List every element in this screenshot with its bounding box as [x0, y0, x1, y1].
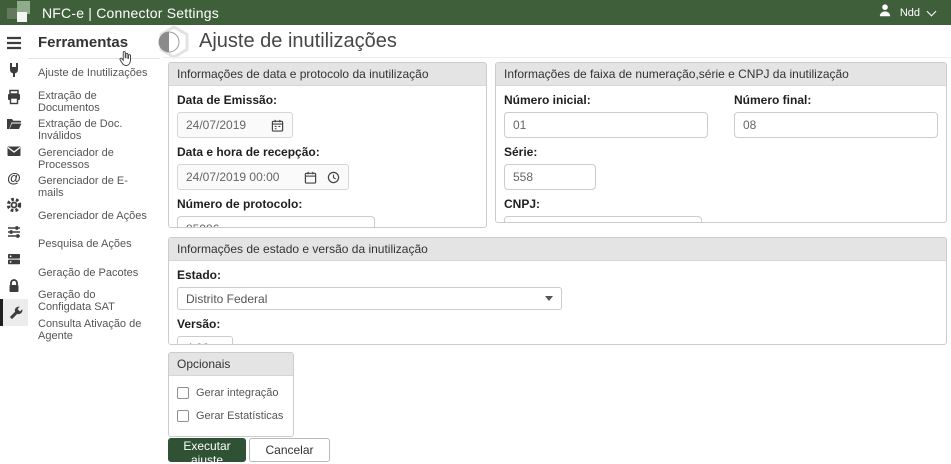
emissao-date-value[interactable]: [186, 118, 261, 132]
sidebar-item-geracao-de-pacotes[interactable]: Geração de Pacotes: [28, 259, 160, 288]
sidebar: Ferramentas Ajuste de Inutilizações Extr…: [28, 25, 160, 464]
sidebar-item-pesquisa-de-acoes[interactable]: Pesquisa de Ações: [28, 230, 160, 259]
recepcao-datetime-value[interactable]: [186, 170, 294, 184]
panel-opcionais-header: Opcionais: [169, 353, 293, 376]
user-menu[interactable]: Ndd: [878, 3, 935, 22]
cnpj-input[interactable]: [504, 216, 702, 223]
wrench-icon[interactable]: [0, 299, 28, 326]
cnpj-label: CNPJ:: [504, 197, 938, 211]
panel-opcionais: Opcionais Gerar integração Gerar Estatís…: [168, 352, 294, 437]
clock-icon[interactable]: [327, 171, 340, 184]
icon-rail: @: [0, 25, 28, 464]
app-window: NFC-e | Connector Settings Ndd @: [0, 0, 951, 464]
user-icon: [878, 3, 892, 22]
recepcao-datetime-input[interactable]: [177, 164, 349, 190]
at-sign-icon[interactable]: @: [0, 164, 28, 191]
panel-date-protocol-header: Informações de data e protocolo da inuti…: [169, 63, 486, 86]
versao-selected-value: 4.00: [186, 341, 209, 346]
sidebar-item-geracao-do-configdata-sat[interactable]: Geração do Configdata SAT: [28, 287, 160, 316]
protocolo-label: Número de protocolo:: [177, 197, 478, 211]
gerar-estatisticas-checkbox-row[interactable]: Gerar Estatísticas: [177, 410, 285, 422]
calendar-icon[interactable]: [304, 171, 317, 184]
gerar-integracao-checkbox-row[interactable]: Gerar integração: [177, 387, 285, 399]
serie-label: Série:: [504, 145, 938, 159]
emissao-date-input[interactable]: [177, 112, 293, 138]
sidebar-item-consulta-ativacao-de-agente[interactable]: Consulta Ativação de Agente: [28, 316, 160, 345]
sidebar-header: Ferramentas: [28, 25, 160, 59]
versao-label: Versão:: [177, 317, 938, 331]
user-name: Ndd: [900, 7, 920, 19]
sidebar-item-ajuste-de-inutilizacoes[interactable]: Ajuste de Inutilizações: [28, 59, 160, 88]
sidebar-item-gerenciador-de-acoes[interactable]: Gerenciador de Ações: [28, 202, 160, 231]
sliders-icon[interactable]: [0, 218, 28, 245]
recepcao-label: Data e hora de recepção:: [177, 145, 478, 159]
numero-final-label: Número final:: [734, 93, 938, 107]
gear-icon[interactable]: [0, 191, 28, 218]
gerar-integracao-checkbox[interactable]: [177, 387, 189, 399]
app-title: NFC-e | Connector Settings: [42, 5, 219, 21]
ndd-logo-icon: [6, 0, 36, 25]
plug-icon[interactable]: [0, 56, 28, 83]
estado-selected-value: Distrito Federal: [186, 292, 267, 306]
protocolo-input[interactable]: [177, 216, 375, 228]
server-icon[interactable]: [0, 245, 28, 272]
topbar: NFC-e | Connector Settings Ndd: [0, 0, 951, 25]
numero-inicial-label: Número inicial:: [504, 93, 708, 107]
title-divider: [163, 57, 951, 58]
printer-icon[interactable]: [0, 83, 28, 110]
folder-icon[interactable]: [0, 110, 28, 137]
sidebar-item-extracao-de-doc-invalidos[interactable]: Extração de Doc. Inválidos: [28, 116, 160, 145]
panel-faixa-numeracao: Informações de faixa de numeração,série …: [495, 62, 947, 223]
svg-text:@: @: [7, 170, 21, 186]
sidebar-item-gerenciador-de-emails[interactable]: Gerenciador de E-mails: [28, 173, 160, 202]
panel-date-protocol: Informações de data e protocolo da inuti…: [168, 62, 487, 228]
versao-select[interactable]: 4.00: [177, 336, 233, 345]
gerar-estatisticas-checkbox[interactable]: [177, 410, 189, 422]
estado-label: Estado:: [177, 268, 938, 282]
gerar-integracao-label: Gerar integração: [196, 387, 279, 399]
calendar-icon[interactable]: [271, 119, 284, 132]
dropdown-arrow-icon: [545, 296, 553, 301]
numero-inicial-input[interactable]: [504, 112, 708, 138]
numero-final-input[interactable]: [734, 112, 938, 138]
gerar-estatisticas-label: Gerar Estatísticas: [196, 410, 283, 422]
page-title: Ajuste de inutilizações: [199, 30, 397, 53]
serie-input[interactable]: [504, 164, 596, 190]
estado-select[interactable]: Distrito Federal: [177, 287, 562, 310]
executar-ajuste-button[interactable]: Executar ajuste: [168, 438, 246, 462]
emissao-label: Data de Emissão:: [177, 93, 478, 107]
sidebar-item-gerenciador-de-processos[interactable]: Gerenciador de Processos: [28, 145, 160, 174]
panel-estado-header: Informações de estado e versão da inutil…: [169, 238, 946, 261]
panel-faixa-header: Informações de faixa de numeração,série …: [496, 63, 946, 86]
lock-icon[interactable]: [0, 272, 28, 299]
panel-estado-versao: Informações de estado e versão da inutil…: [168, 237, 947, 345]
menu-icon[interactable]: [0, 29, 28, 56]
mail-icon[interactable]: [0, 137, 28, 164]
sidebar-item-extracao-de-documentos[interactable]: Extração de Documentos: [28, 88, 160, 117]
cancelar-button[interactable]: Cancelar: [249, 438, 330, 462]
chevron-down-icon: [927, 6, 937, 16]
page-title-icon: [156, 25, 192, 64]
